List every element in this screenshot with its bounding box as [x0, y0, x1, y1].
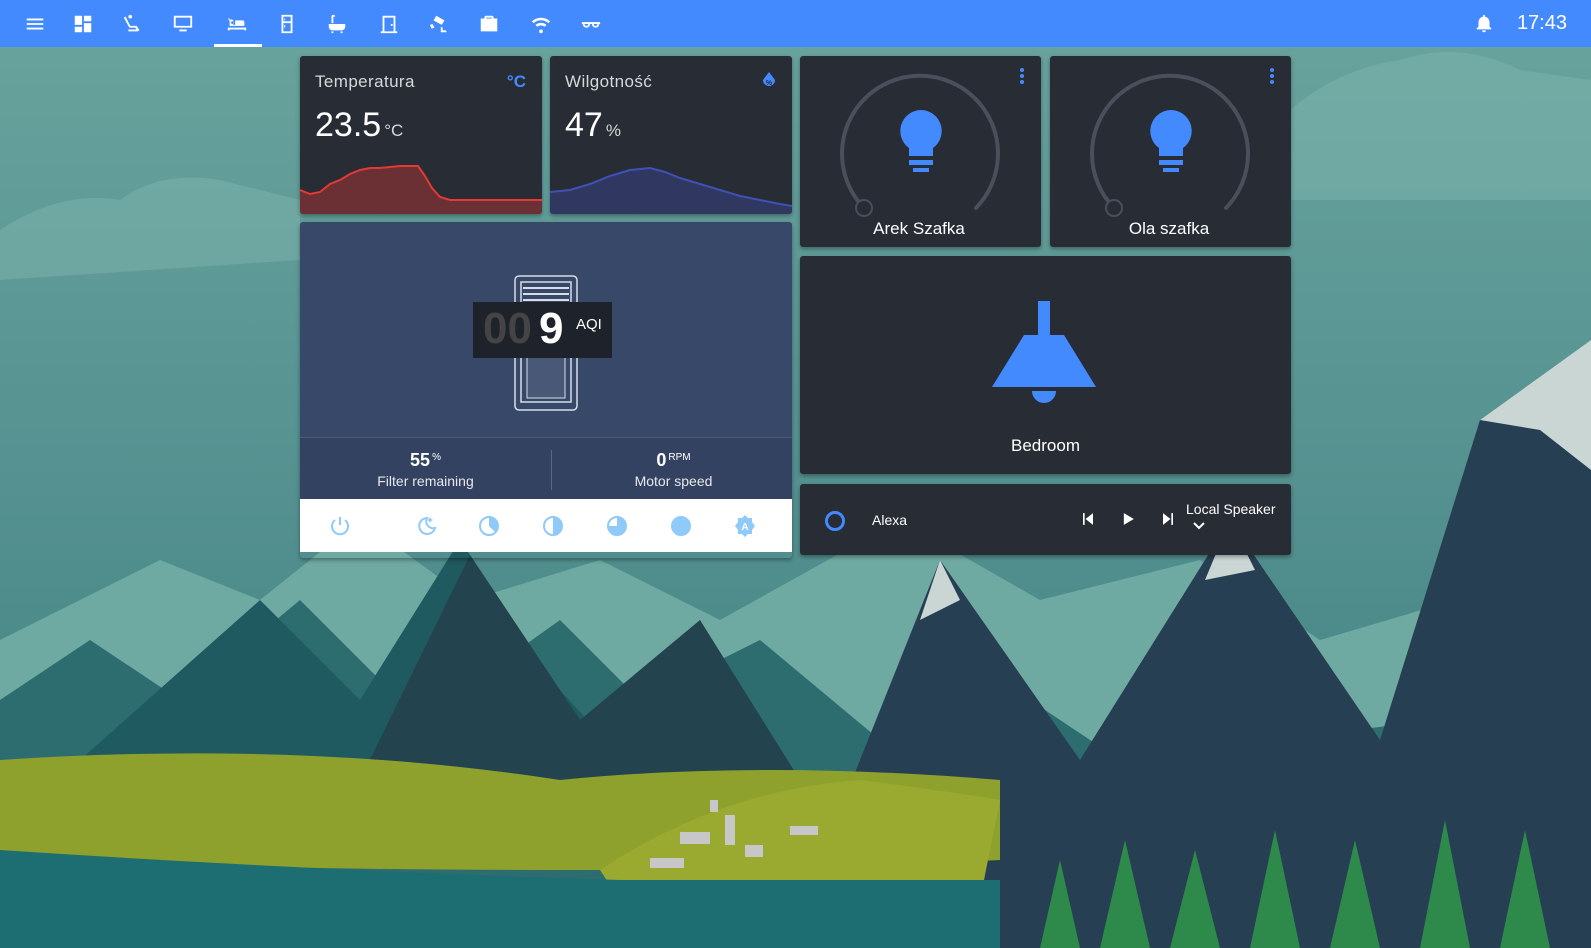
filter-value: 55	[410, 450, 431, 470]
night-mode-icon[interactable]	[413, 514, 437, 538]
light-card-arek-szafka[interactable]: Arek Szafka	[800, 56, 1041, 247]
notifications-bell-icon[interactable]	[1471, 10, 1497, 36]
water-percent-icon: %	[762, 72, 776, 93]
humidity-sparkline	[550, 166, 792, 214]
bed-icon[interactable]	[220, 7, 254, 41]
air-purifier-card[interactable]: 00 9 AQI 55% Filter remaining 0 RPM Motor…	[300, 222, 792, 558]
wifi-icon[interactable]	[524, 7, 558, 41]
purifier-display: 00 9 AQI	[300, 222, 792, 437]
purifier-mode-bar: A	[300, 499, 792, 552]
door-icon[interactable]	[372, 7, 406, 41]
light-card-ola-szafka[interactable]: Ola szafka	[1050, 56, 1291, 247]
top-toolbar: 17:43	[0, 0, 1591, 47]
sensor-unit: °C	[384, 121, 404, 140]
previous-icon[interactable]	[1076, 507, 1100, 531]
media-source: Alexa	[872, 512, 908, 528]
lightbulb-icon[interactable]	[898, 108, 944, 172]
ceiling-lamp-icon[interactable]	[990, 301, 1098, 409]
aqi-leading-zeros: 00	[483, 304, 532, 353]
temperature-sparkline	[300, 165, 542, 214]
next-icon[interactable]	[1156, 507, 1180, 531]
motor-value: 0	[656, 450, 667, 470]
filter-label: Filter remaining	[377, 473, 474, 489]
celsius-icon: °C	[506, 72, 526, 91]
motor-unit: RPM	[668, 451, 691, 463]
auto-mode-icon[interactable]: A	[733, 514, 757, 538]
svg-text:A: A	[741, 522, 748, 533]
sensor-name: Wilgotność	[565, 72, 653, 91]
motor-speed-stat: 0 RPM Motor speed	[552, 450, 792, 489]
glasses-icon[interactable]	[574, 7, 608, 41]
sensor-name: Temperatura	[315, 72, 415, 91]
light-name: Arek Szafka	[873, 219, 965, 238]
humidity-sensor-card[interactable]: Wilgotność % 47%	[550, 56, 792, 214]
light-name: Bedroom	[1011, 436, 1080, 455]
more-options-icon[interactable]	[1269, 68, 1275, 86]
power-icon[interactable]	[328, 514, 352, 538]
sensor-unit: %	[605, 121, 621, 140]
bathtub-icon[interactable]	[320, 7, 354, 41]
speed-max-icon[interactable]	[669, 514, 693, 538]
fridge-icon[interactable]	[270, 7, 304, 41]
sensor-value: 23.5 °C	[315, 106, 404, 144]
bedroom-light-card[interactable]: Bedroom	[800, 256, 1291, 474]
media-output-select[interactable]: Local Speaker	[1186, 501, 1281, 530]
speed-medium-icon[interactable]	[541, 514, 565, 538]
purifier-stats: 55% Filter remaining 0 RPM Motor speed	[300, 437, 792, 500]
media-output-label: Local Speaker	[1186, 501, 1276, 517]
seat-icon[interactable]	[116, 7, 150, 41]
alexa-icon	[825, 511, 845, 531]
speed-high-icon[interactable]	[605, 514, 629, 538]
chevron-down-icon	[1193, 522, 1205, 530]
clock: 17:43	[1516, 12, 1567, 34]
active-tab-indicator	[214, 44, 262, 47]
filter-remaining-stat: 55% Filter remaining	[304, 450, 547, 489]
aqi-display: 00 9 AQI	[473, 302, 612, 358]
briefcase-icon[interactable]	[472, 7, 506, 41]
cctv-icon[interactable]	[422, 7, 456, 41]
dashboard-icon[interactable]	[66, 7, 100, 41]
lightbulb-icon[interactable]	[1148, 108, 1194, 172]
svg-text:%: %	[766, 80, 773, 87]
temperature-sensor-card[interactable]: Temperatura °C 23.5 °C	[300, 56, 542, 214]
play-icon[interactable]	[1116, 507, 1140, 531]
aqi-label: AQI	[576, 316, 602, 333]
menu-icon[interactable]	[18, 7, 52, 41]
speed-low-icon[interactable]	[477, 514, 501, 538]
more-options-icon[interactable]	[1019, 68, 1025, 86]
sensor-value: 47%	[565, 106, 621, 144]
desktop-icon[interactable]	[166, 7, 200, 41]
light-name: Ola szafka	[1128, 219, 1210, 238]
wallpaper-landscape	[0, 0, 1591, 948]
media-player-card[interactable]: Alexa Local Speaker	[800, 484, 1291, 555]
motor-label: Motor speed	[634, 473, 713, 489]
filter-unit: %	[432, 451, 441, 463]
aqi-value: 9	[539, 304, 564, 353]
